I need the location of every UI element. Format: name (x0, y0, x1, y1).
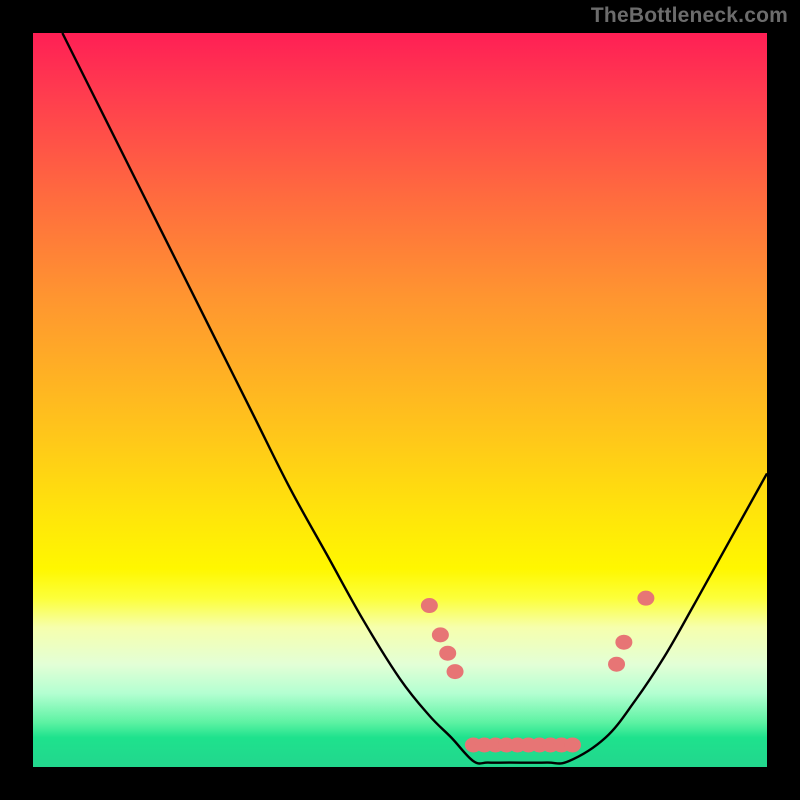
curve-marker (615, 635, 632, 650)
curve-markers (421, 591, 655, 753)
chart-container: TheBottleneck.com (0, 0, 800, 800)
curve-marker (432, 627, 449, 642)
curve-marker (439, 646, 456, 661)
curve-marker (564, 737, 581, 752)
chart-svg (33, 33, 767, 767)
curve-marker (608, 657, 625, 672)
attribution-text: TheBottleneck.com (591, 4, 788, 28)
curve-marker (447, 664, 464, 679)
curve-marker (421, 598, 438, 613)
curve-marker (637, 591, 654, 606)
bottleneck-curve (62, 33, 767, 764)
